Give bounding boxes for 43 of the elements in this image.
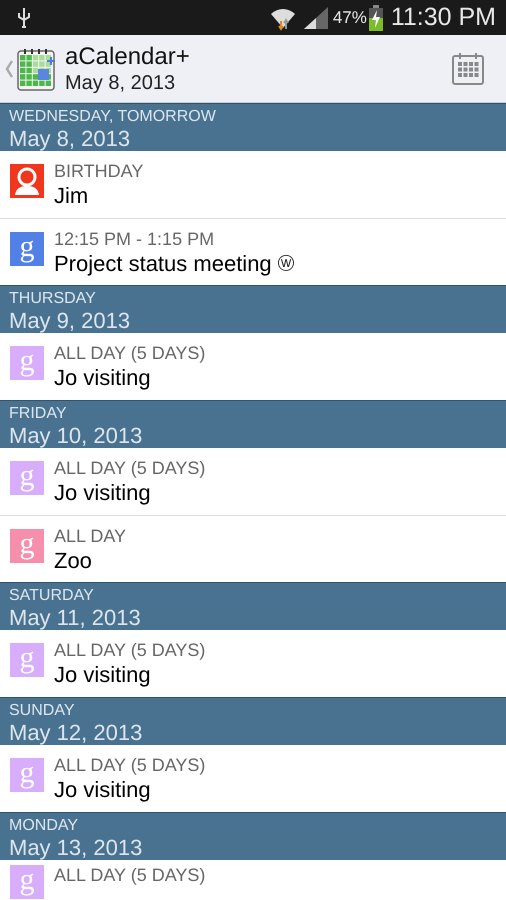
date-label: May 9, 2013 — [9, 308, 132, 333]
header-date: May 8, 2013 — [65, 70, 176, 94]
back-chevron-icon[interactable] — [4, 58, 14, 78]
event-time: ALL DAY (5 DAYS) — [54, 865, 206, 886]
google-calendar-icon: g — [10, 758, 44, 792]
date-label: May 11, 2013 — [9, 605, 142, 630]
event-title: Jim — [54, 182, 88, 209]
google-calendar-icon: g — [10, 643, 44, 677]
weekday-label: SUNDAY — [9, 701, 76, 720]
app-title: aCalendar+ — [65, 42, 191, 70]
event-time: ALL DAY (5 DAYS) — [54, 343, 206, 364]
battery-percent: 47% — [332, 8, 367, 28]
event-time: ALL DAY (5 DAYS) — [54, 458, 206, 479]
signal-icon — [302, 6, 329, 30]
event-time: ALL DAY (5 DAYS) — [54, 755, 206, 776]
date-label: May 10, 2013 — [9, 423, 144, 448]
clock: 11:30 PM — [390, 3, 496, 32]
event-time: BIRTHDAY — [54, 161, 144, 182]
date-label: May 13, 2013 — [9, 835, 144, 860]
weekday-label: SATURDAY — [9, 586, 95, 605]
event-title: Jo visiting — [54, 479, 151, 506]
event-title: Zoo — [54, 547, 92, 574]
event-time: ALL DAY (5 DAYS) — [54, 640, 206, 661]
event-time: ALL DAY — [54, 526, 126, 547]
app-logo-icon[interactable] — [17, 46, 57, 90]
weekday-label: MONDAY — [9, 816, 80, 835]
work-symbol: ⓦ — [278, 253, 295, 275]
date-label: May 12, 2013 — [9, 720, 144, 745]
google-calendar-icon: g — [10, 346, 44, 380]
usb-icon — [16, 6, 32, 28]
event-title: Jo visiting — [54, 364, 151, 391]
weekday-label: WEDNESDAY, TOMORROW — [9, 107, 217, 126]
event-title: Jo visiting — [54, 776, 151, 803]
weekday-label: FRIDAY — [9, 404, 68, 423]
event-title: Jo visiting — [54, 661, 151, 688]
google-calendar-icon: g — [10, 461, 44, 495]
event-title: Project status meeting — [54, 250, 272, 277]
battery-charging-icon — [368, 4, 383, 30]
google-calendar-icon: g — [10, 232, 44, 266]
google-calendar-icon: g — [10, 529, 44, 563]
event-time: 12:15 PM - 1:15 PM — [54, 229, 216, 250]
weekday-label: THURSDAY — [9, 289, 97, 308]
date-label: May 8, 2013 — [9, 126, 132, 151]
